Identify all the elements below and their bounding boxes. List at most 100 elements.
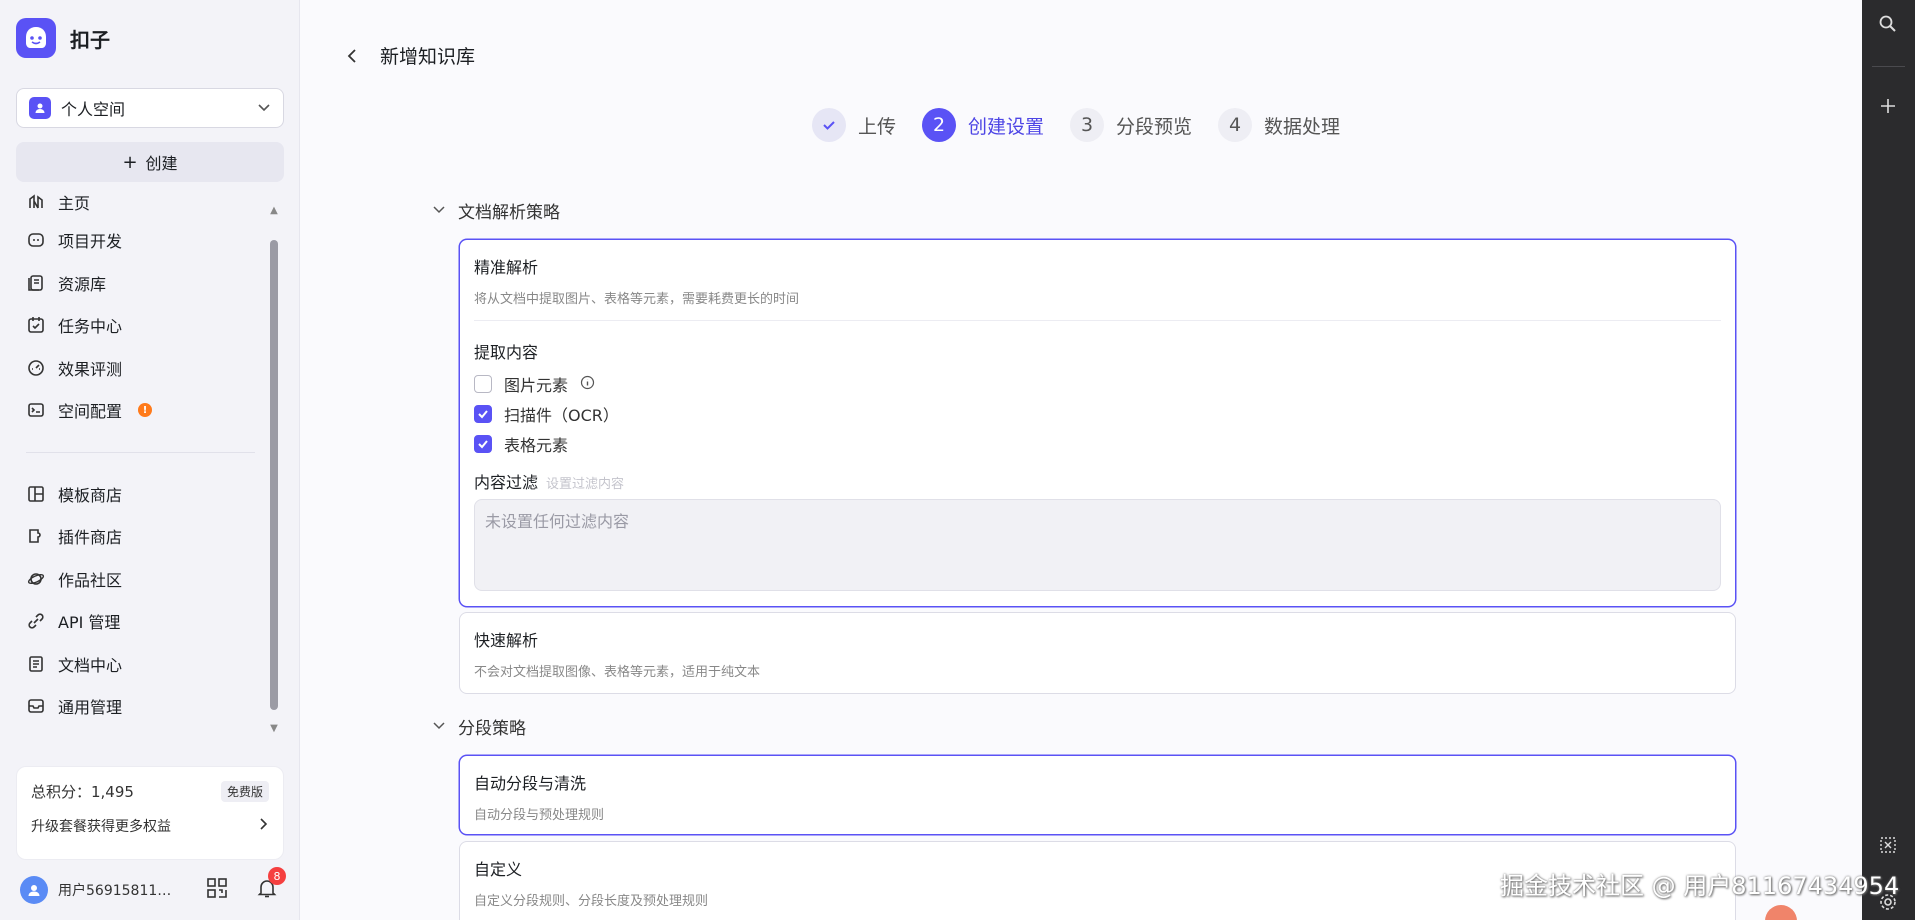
library-icon xyxy=(26,273,46,293)
step-label: 分段预览 xyxy=(1116,115,1193,138)
sidebar-item-api[interactable]: API 管理 xyxy=(16,600,270,643)
sidebar-item-library[interactable]: 资源库 xyxy=(16,262,270,305)
option-table-elements[interactable]: 表格元素 xyxy=(474,429,1721,459)
chevron-right-icon xyxy=(257,817,269,835)
user-row: 用户56915811… 8 xyxy=(20,867,286,908)
step-preview[interactable]: 3 分段预览 xyxy=(1070,108,1192,142)
checkbox-label: 扫描件（OCR） xyxy=(504,406,619,425)
nav-divider xyxy=(26,451,255,453)
stepper: 上传 2 创建设置 3 分段预览 4 数据处理 xyxy=(812,108,1366,142)
step-settings[interactable]: 2 创建设置 xyxy=(922,108,1044,142)
step-upload[interactable]: 上传 xyxy=(812,108,896,142)
step-number: 2 xyxy=(922,108,957,142)
user-name[interactable]: 用户56915811… xyxy=(58,880,196,900)
sidebar-item-general[interactable]: 通用管理 xyxy=(16,685,270,728)
avatar[interactable] xyxy=(20,876,48,904)
upgrade-label: 升级套餐获得更多权益 xyxy=(31,819,171,835)
space-selector[interactable]: 个人空间 xyxy=(16,88,284,128)
screenshot-icon[interactable] xyxy=(1876,833,1900,857)
sidebar-item-docs[interactable]: 文档中心 xyxy=(16,643,270,686)
checkbox-label: 表格元素 xyxy=(504,436,569,455)
back-arrow-icon[interactable] xyxy=(342,46,362,66)
option-title: 快速解析 xyxy=(474,631,539,650)
content-filter-header: 内容过滤 设置过滤内容 xyxy=(474,469,1721,493)
content-filter-box[interactable]: 未设置任何过滤内容 xyxy=(474,499,1721,591)
sidebar-nav: 主页 项目开发 资源库 任务中心 效果评测 空间配置 ! 模板商店 插件商店 作… xyxy=(16,185,270,728)
chevron-down-icon xyxy=(257,99,271,118)
step-number: 4 xyxy=(1218,108,1253,142)
scroll-up-arrow-icon[interactable]: ▲ xyxy=(268,205,280,217)
sidebar-item-label: 模板商店 xyxy=(58,485,123,505)
option-title: 精准解析 xyxy=(474,258,539,277)
option-image-elements[interactable]: 图片元素 xyxy=(474,369,1721,399)
table-elements-checkbox[interactable] xyxy=(474,435,492,453)
option-desc: 将从文档中提取图片、表格等元素，需要耗费更长的时间 xyxy=(474,292,800,307)
space-label: 个人空间 xyxy=(61,100,126,119)
page-title: 新增知识库 xyxy=(380,46,476,68)
option-title: 自动分段与清洗 xyxy=(474,774,587,793)
gauge-icon xyxy=(26,358,46,378)
extract-title: 提取内容 xyxy=(474,343,539,362)
plus-icon: + xyxy=(122,151,138,173)
step-label: 上传 xyxy=(858,115,897,138)
sidebar-item-eval[interactable]: 效果评测 xyxy=(16,347,270,390)
checkbox-label: 图片元素 xyxy=(504,376,569,395)
warning-badge: ! xyxy=(138,403,153,418)
sidebar-item-project[interactable]: 项目开发 xyxy=(16,219,270,262)
ocr-checkbox[interactable] xyxy=(474,405,492,423)
inbox-icon xyxy=(26,696,46,716)
auto-segment-option[interactable]: 自动分段与清洗 自动分段与预处理规则 xyxy=(459,755,1736,835)
sidebar-item-community[interactable]: 作品社区 xyxy=(16,558,270,601)
brand[interactable]: 扣子 xyxy=(16,18,110,58)
notification-count-badge: 8 xyxy=(268,867,286,885)
link-icon xyxy=(26,611,46,631)
sidebar-item-space-config[interactable]: 空间配置 ! xyxy=(16,389,270,432)
option-ocr[interactable]: 扫描件（OCR） xyxy=(474,399,1721,429)
sidebar-item-plugins[interactable]: 插件商店 xyxy=(16,515,270,558)
filter-hint-link[interactable]: 设置过滤内容 xyxy=(546,473,624,492)
terminal-icon xyxy=(26,400,46,420)
bot-icon xyxy=(26,230,46,250)
filter-label: 内容过滤 xyxy=(474,473,539,492)
segment-section-toggle[interactable]: 分段策略 xyxy=(432,714,526,739)
brand-name: 扣子 xyxy=(70,27,110,52)
upgrade-link[interactable]: 升级套餐获得更多权益 xyxy=(31,816,269,836)
notification-button[interactable]: 8 xyxy=(256,867,286,903)
check-icon xyxy=(812,108,846,142)
sidebar-item-label: 作品社区 xyxy=(58,570,123,590)
precise-parse-option[interactable]: 精准解析 将从文档中提取图片、表格等元素，需要耗费更长的时间 提取内容 图片元素… xyxy=(459,239,1736,607)
image-elements-checkbox[interactable] xyxy=(474,375,492,393)
info-icon[interactable] xyxy=(580,375,595,394)
chevron-down-icon xyxy=(432,201,446,221)
sidebar-item-home[interactable]: 主页 xyxy=(16,185,270,219)
template-icon xyxy=(26,484,46,504)
scroll-down-arrow-icon[interactable]: ▼ xyxy=(268,723,280,735)
sidebar-item-templates[interactable]: 模板商店 xyxy=(16,473,270,516)
watermark: 掘金技术社区 @ 用户81167434954 xyxy=(1500,872,1900,900)
section-title: 分段策略 xyxy=(458,719,526,739)
sidebar: 扣子 个人空间 + 创建 主页 项目开发 资源库 任务中心 效果评测 空间配置 … xyxy=(0,0,300,920)
sidebar-scrollbar[interactable]: ▲ ▼ xyxy=(268,205,282,735)
planet-icon xyxy=(26,569,46,589)
sidebar-item-label: 文档中心 xyxy=(58,655,123,675)
plus-icon[interactable] xyxy=(1876,94,1900,118)
user-space-icon xyxy=(29,97,51,119)
section-title: 文档解析策略 xyxy=(458,203,560,223)
create-button[interactable]: + 创建 xyxy=(16,142,284,182)
page-header: 新增知识库 xyxy=(342,42,475,69)
sidebar-item-label: 通用管理 xyxy=(58,698,123,718)
sidebar-item-label: 插件商店 xyxy=(58,528,123,548)
points-card: 总积分：1,495 免费版 升级套餐获得更多权益 xyxy=(16,766,284,860)
sidebar-item-label: 效果评测 xyxy=(58,359,123,379)
scroll-thumb[interactable] xyxy=(270,240,278,710)
sidebar-item-label: 任务中心 xyxy=(58,317,123,337)
fast-parse-option[interactable]: 快速解析 不会对文档提取图像、表格等元素，适用于纯文本 xyxy=(459,612,1736,694)
apps-grid-icon[interactable] xyxy=(206,877,228,903)
search-icon[interactable] xyxy=(1876,12,1900,36)
step-process[interactable]: 4 数据处理 xyxy=(1218,108,1340,142)
parse-section-toggle[interactable]: 文档解析策略 xyxy=(432,198,560,223)
sidebar-item-label: API 管理 xyxy=(58,613,121,633)
sidebar-item-tasks[interactable]: 任务中心 xyxy=(16,304,270,347)
coze-logo-icon xyxy=(16,18,56,58)
sidebar-item-label: 空间配置 xyxy=(58,402,123,422)
